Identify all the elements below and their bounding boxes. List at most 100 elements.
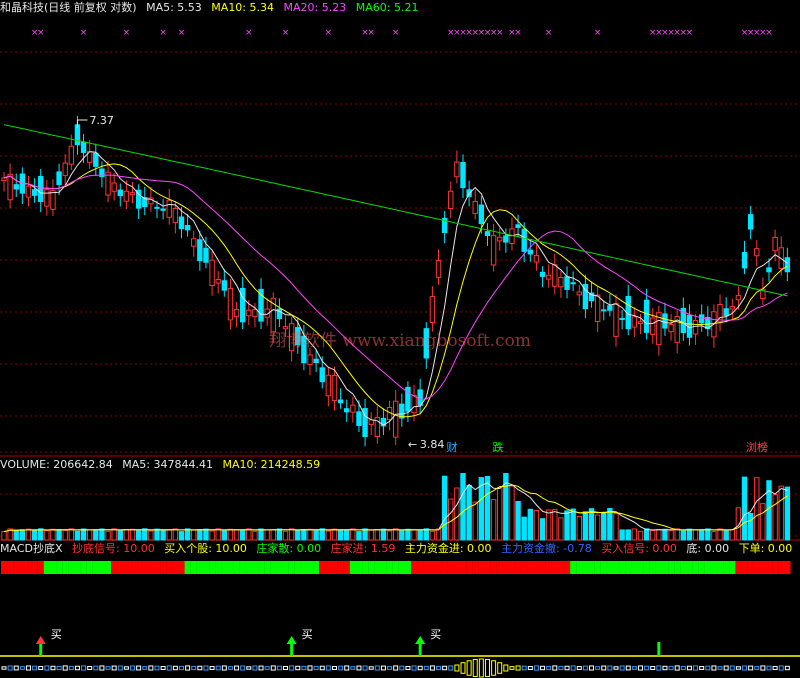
signal-strip-cell	[637, 561, 644, 574]
candle-body	[435, 260, 442, 278]
top-signal-marker: ×	[686, 28, 694, 38]
signal-strip-cell	[766, 561, 773, 574]
candle-body	[754, 248, 760, 257]
volume-bar	[117, 529, 123, 541]
volume-bar	[129, 528, 136, 541]
top-signal-marker: ×	[37, 28, 45, 38]
volume-bar	[307, 528, 313, 541]
signal-strip-cell	[759, 561, 767, 574]
candle-body	[558, 276, 564, 288]
indicator-bar	[644, 665, 650, 671]
signal-strip-cell	[380, 561, 387, 574]
volume-bar	[564, 510, 570, 541]
volume-bar	[178, 531, 185, 541]
candle-body	[460, 161, 466, 189]
ma5-value: MA5: 5.53	[146, 1, 202, 14]
candle-body	[643, 299, 650, 333]
indicator-bar	[313, 665, 319, 671]
indicator-bar	[276, 665, 282, 671]
candle-body	[637, 321, 644, 324]
top-signal-marker: ×	[496, 28, 504, 38]
chart-canvas[interactable]: ×× × × × × × × × ×× × ××××××××× ×× × × ××××××× ×××××7.3…	[0, 0, 800, 678]
low-price-arrow: ←	[408, 438, 417, 451]
dealer-in-value: 庄家进: 1.59	[330, 542, 396, 555]
indicator-bar	[552, 665, 558, 671]
indicator-bar	[607, 665, 613, 671]
indicator-bar	[533, 665, 539, 671]
indicator-bar	[540, 665, 546, 671]
volume-bar	[705, 528, 711, 541]
signal-strip-cell	[643, 561, 650, 574]
volume-bar	[723, 529, 729, 541]
volume-bar	[625, 529, 631, 541]
volume-bar	[490, 499, 497, 541]
top-signal-marker: ×	[123, 28, 131, 38]
indicator-bar	[68, 665, 74, 671]
indicator-bar	[442, 665, 448, 671]
top-signal-marker: ×	[594, 28, 602, 38]
indicator-bar	[136, 665, 142, 671]
volume-bar	[74, 530, 81, 541]
stock-title: 和晶科技(日线 前复权 对数)	[0, 1, 137, 14]
volume-bar	[515, 500, 521, 541]
indicator-histogram	[1, 658, 790, 678]
indicator-bar	[717, 666, 723, 670]
signal-strip-cell	[1, 561, 8, 574]
signal-strip-cell	[698, 561, 705, 574]
signal-strip-cell	[178, 561, 185, 574]
signal-strip-cell	[288, 561, 295, 574]
indicator-bar	[246, 666, 252, 670]
indicator-bar	[674, 665, 680, 671]
indicator-bar	[166, 665, 172, 671]
candle-body	[564, 276, 570, 290]
indicator-bar	[509, 666, 515, 670]
signal-strip-cell	[570, 561, 577, 574]
top-signal-marker: ×	[245, 28, 253, 38]
signal-strip-cell	[466, 561, 473, 574]
candle-body	[307, 354, 313, 365]
indicator-bar	[399, 665, 405, 671]
volume-bar	[13, 529, 19, 541]
signal-strip-cell	[80, 561, 87, 574]
volume-bar	[680, 530, 687, 541]
buy-label: 买	[302, 628, 313, 641]
signal-strip-cell	[417, 561, 424, 574]
candle-body	[607, 305, 613, 311]
signal-strip-cell	[202, 561, 210, 574]
indicator-bar	[289, 665, 295, 671]
volume-bar	[50, 528, 56, 541]
volume-bar	[184, 528, 191, 541]
volume-bar	[637, 530, 644, 541]
signal-strip-cell	[160, 561, 167, 574]
signal-strip-cell	[539, 561, 546, 574]
signal-strip-cell	[123, 561, 130, 574]
indicator-bar	[270, 665, 276, 671]
volume-bar	[111, 528, 117, 541]
signal-strip-cell	[453, 561, 461, 574]
volume-ma10-line	[3, 484, 788, 533]
candle-body	[570, 282, 576, 285]
signal-strip-cell	[325, 561, 332, 574]
signal-strip-cell	[625, 561, 632, 574]
signal-strip-cell	[661, 561, 669, 574]
signal-strip-cell	[631, 561, 638, 574]
signal-strip-cell	[576, 561, 583, 574]
volume-bar	[747, 512, 754, 541]
candle-body	[25, 185, 32, 198]
volume-bar	[38, 528, 44, 541]
price-header: 和晶科技(日线 前复权 对数) MA5: 5.53 MA10: 5.34 MA2…	[0, 0, 424, 16]
candle-body	[515, 224, 521, 228]
signal-strip-cell	[588, 561, 595, 574]
signal-strip-cell	[196, 561, 204, 574]
volume-bar	[19, 529, 26, 541]
signal-strip-cell	[154, 561, 161, 574]
volume-bar	[711, 531, 717, 541]
indicator-bar	[417, 665, 423, 671]
signal-strip-cell	[496, 561, 503, 574]
candle-body	[13, 184, 19, 190]
volume-bar	[497, 487, 503, 541]
signal-strip-cell	[723, 561, 730, 574]
candle-body	[729, 306, 735, 310]
candle-body	[533, 255, 540, 263]
signal-strip-cell	[374, 561, 381, 574]
